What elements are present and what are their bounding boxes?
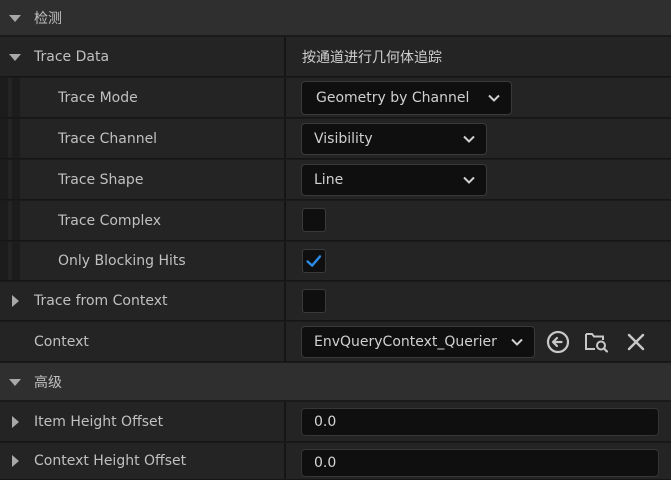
property-name-cell: Trace Channel: [0, 119, 286, 158]
property-label-only-blocking-hits: Only Blocking Hits: [58, 253, 186, 269]
trace-channel-value: Visibility: [314, 131, 373, 147]
trace-shape-dropdown[interactable]: Line: [301, 164, 487, 196]
property-row-trace-mode: Trace Mode Geometry by Channel: [0, 78, 671, 118]
property-label-trace-channel: Trace Channel: [58, 130, 158, 147]
collapse-arrow-icon[interactable]: [9, 378, 21, 386]
property-name-cell: Trace Complex: [0, 201, 286, 240]
only-blocking-hits-checkbox[interactable]: [302, 249, 326, 273]
property-row-trace-complex: Trace Complex: [0, 201, 671, 241]
property-name-cell: Item Height Offset: [0, 402, 286, 441]
context-height-offset-field[interactable]: [301, 449, 659, 477]
property-name-cell: Trace from Context: [0, 282, 286, 320]
property-row-trace-data: Trace Data 按通道进行几何体追踪: [0, 37, 671, 77]
indent-guide: [0, 242, 8, 280]
property-label-item-height-offset: Item Height Offset: [34, 413, 164, 430]
expand-arrow-icon[interactable]: [12, 415, 19, 428]
trace-from-context-checkbox[interactable]: [302, 289, 326, 313]
indent-guide: [0, 160, 8, 199]
indent-guide: [12, 242, 20, 280]
trace-channel-dropdown[interactable]: Visibility: [301, 123, 487, 155]
indent-guide: [12, 160, 20, 199]
indent-guide: [12, 78, 20, 117]
collapse-arrow-icon[interactable]: [9, 14, 21, 22]
checkmark-icon: [306, 255, 322, 267]
section-title-detection: 检测: [34, 10, 62, 27]
trace-data-value: 按通道进行几何体追踪: [302, 49, 442, 66]
property-label-trace-shape: Trace Shape: [58, 171, 144, 188]
section-title-advanced: 高级: [34, 374, 62, 391]
property-row-trace-from-context: Trace from Context: [0, 282, 671, 321]
trace-complex-checkbox[interactable]: [302, 208, 326, 232]
trace-shape-value: Line: [314, 172, 344, 188]
trace-mode-value: Geometry by Channel: [316, 90, 470, 106]
property-row-trace-channel: Trace Channel Visibility: [0, 119, 671, 159]
indent-guide: [0, 78, 8, 117]
property-label-context: Context: [34, 333, 89, 350]
chevron-down-icon: [463, 135, 475, 143]
property-label-trace-data: Trace Data: [34, 48, 110, 65]
property-label-trace-complex: Trace Complex: [58, 212, 161, 229]
expand-arrow-icon[interactable]: [12, 455, 19, 467]
property-row-only-blocking-hits: Only Blocking Hits: [0, 242, 671, 281]
property-row-context: Context EnvQueryContext_Querier: [0, 322, 671, 362]
context-value: EnvQueryContext_Querier: [314, 334, 497, 350]
property-name-cell: Context Height Offset: [0, 443, 286, 479]
indent-guide: [0, 201, 8, 240]
collapse-arrow-icon[interactable]: [9, 53, 21, 61]
item-height-offset-field[interactable]: [301, 408, 659, 436]
property-name-cell: Trace Data: [0, 37, 286, 76]
details-panel: 检测 Trace Data 按通道进行几何体追踪 Trace Mode Geom…: [0, 0, 671, 480]
section-header-advanced[interactable]: 高级: [0, 363, 671, 401]
expand-arrow-icon[interactable]: [12, 295, 19, 307]
chevron-down-icon: [463, 176, 475, 184]
clear-close-icon[interactable]: [623, 329, 649, 355]
item-height-offset-input[interactable]: [302, 409, 658, 435]
use-selected-arrow-left-circle-icon[interactable]: [545, 329, 571, 355]
trace-mode-dropdown[interactable]: Geometry by Channel: [301, 81, 512, 115]
property-name-cell: Only Blocking Hits: [0, 242, 286, 280]
indent-guide: [12, 119, 20, 158]
context-height-offset-input[interactable]: [302, 450, 658, 476]
chevron-down-icon: [511, 338, 523, 346]
context-class-dropdown[interactable]: EnvQueryContext_Querier: [301, 326, 535, 358]
indent-guide: [0, 119, 8, 158]
property-label-trace-mode: Trace Mode: [58, 89, 138, 106]
property-row-item-height-offset: Item Height Offset: [0, 402, 671, 442]
browse-folder-search-icon[interactable]: [583, 328, 609, 354]
property-row-context-height-offset: Context Height Offset: [0, 443, 671, 480]
property-row-trace-shape: Trace Shape Line: [0, 160, 671, 200]
property-name-cell: Trace Shape: [0, 160, 286, 199]
section-header-detection[interactable]: 检测: [0, 0, 671, 36]
chevron-down-icon: [488, 94, 500, 102]
property-name-cell: Trace Mode: [0, 78, 286, 117]
property-label-trace-from-context: Trace from Context: [34, 293, 168, 309]
property-label-context-height-offset: Context Height Offset: [34, 453, 187, 469]
property-name-cell: Context: [0, 322, 286, 361]
indent-guide: [12, 201, 20, 240]
